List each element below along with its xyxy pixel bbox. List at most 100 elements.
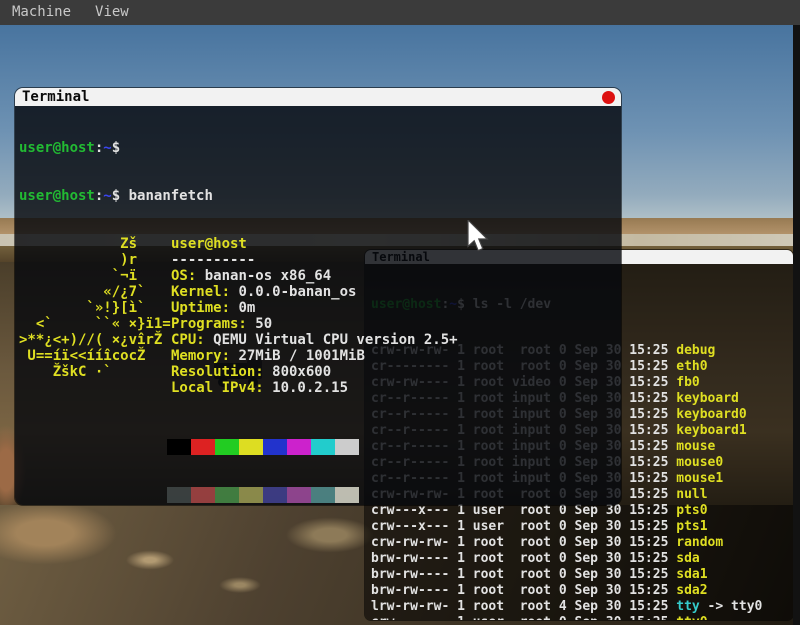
- fetch-row: U==íï<<ííîcocŽMemory: 27MiB / 1001MiB: [19, 348, 621, 364]
- ascii-art: U==íï<<ííîcocŽ: [19, 348, 171, 364]
- prompt-path: ~: [103, 140, 111, 156]
- command-text: bananfetch: [129, 188, 213, 204]
- file-name: debug: [676, 343, 715, 358]
- ascii-art: )r: [19, 252, 171, 268]
- fetch-label: Kernel:: [171, 284, 230, 300]
- mouse-cursor-icon: [466, 220, 490, 258]
- fetch-row: >**¿<+)//( ×¿vîrŽCPU: QEMU Virtual CPU v…: [19, 332, 621, 348]
- screen-edge-strip: [793, 25, 800, 625]
- palette-swatch: [167, 439, 191, 455]
- palette-swatch: [263, 439, 287, 455]
- fetch-terminal-content[interactable]: user@host:~$ user@host:~$ bananfetch Zšu…: [15, 106, 621, 505]
- fetch-label: Uptime:: [171, 300, 230, 316]
- fetch-terminal-window: Terminal user@host:~$ user@host:~$ banan…: [15, 88, 621, 505]
- file-name: tty: [676, 599, 699, 614]
- prompt: user@host:~$: [19, 188, 120, 204]
- fetch-row: Local IPv4: 10.0.2.15: [19, 380, 621, 396]
- fetch-value: 27MiB / 1001MiB: [230, 348, 365, 364]
- palette-swatch: [239, 487, 263, 503]
- palette-swatch: [287, 487, 311, 503]
- fetch-row: <` ``« ×}ï1=Programs: 50: [19, 316, 621, 332]
- palette-swatch: [239, 439, 263, 455]
- menu-machine[interactable]: Machine: [0, 0, 83, 25]
- fetch-row: ŽškC ·`Resolution: 800x600: [19, 364, 621, 380]
- dev-row: crw---x--- 1 user root 0 Sep 30 15:25 pt…: [371, 519, 793, 535]
- fetch-output: Zšuser@host )r---------- `¬ïOS: banan-os…: [19, 236, 621, 396]
- dev-row: crw-rw-rw- 1 root root 0 Sep 30 15:25 ra…: [371, 535, 793, 551]
- ascii-art: Zš: [19, 236, 171, 252]
- file-name: mouse1: [676, 471, 723, 486]
- file-name: fb0: [676, 375, 699, 390]
- fetch-value: banan-os x86_64: [196, 268, 331, 284]
- fetch-label: Memory:: [171, 348, 230, 364]
- fetch-label: Resolution:: [171, 364, 264, 380]
- dev-row: brw-rw---- 1 root root 0 Sep 30 15:25 sd…: [371, 583, 793, 599]
- prompt: user@host:~$: [19, 140, 120, 156]
- dev-row: brw-rw---- 1 root root 0 Sep 30 15:25 sd…: [371, 551, 793, 567]
- palette-swatch: [191, 487, 215, 503]
- window-title: Terminal: [15, 89, 89, 105]
- menu-view[interactable]: View: [83, 0, 141, 25]
- fetch-value: 800x600: [264, 364, 331, 380]
- file-name: null: [676, 487, 707, 502]
- shell-line: user@host:~$: [19, 140, 621, 156]
- file-name: eth0: [676, 359, 707, 374]
- ascii-art: `»!}[ì`: [19, 300, 171, 316]
- ascii-art: `¬ï: [19, 268, 171, 284]
- fetch-value: 50: [247, 316, 272, 332]
- palette-swatch: [263, 487, 287, 503]
- dev-row: lrw-rw-rw- 1 root root 4 Sep 30 15:25 tt…: [371, 599, 793, 615]
- file-name: mouse0: [676, 455, 723, 470]
- fetch-row: «/¿7`Kernel: 0.0.0-banan_os: [19, 284, 621, 300]
- prompt-user: user@host: [19, 140, 95, 156]
- prompt-path: ~: [103, 188, 111, 204]
- ascii-art: «/¿7`: [19, 284, 171, 300]
- file-name: keyboard: [676, 391, 739, 406]
- palette-swatch: [167, 487, 191, 503]
- fetch-value: 10.0.2.15: [264, 380, 348, 396]
- shell-line: user@host:~$ bananfetch: [19, 188, 621, 204]
- file-name: pts0: [676, 503, 707, 518]
- prompt-user: user@host: [19, 188, 95, 204]
- file-name: sda1: [676, 567, 707, 582]
- palette-swatch: [191, 439, 215, 455]
- fetch-label: CPU:: [171, 332, 205, 348]
- ascii-art: <` ``« ×}ï1=: [19, 316, 171, 332]
- fetch-label: Programs:: [171, 316, 247, 332]
- fetch-terminal-titlebar[interactable]: Terminal: [15, 88, 621, 106]
- palette-swatch: [215, 487, 239, 503]
- palette-swatch: [335, 487, 359, 503]
- file-name: random: [676, 535, 723, 550]
- file-name: tty0: [676, 615, 707, 620]
- ascii-art: >**¿<+)//( ×¿vîrŽ: [19, 332, 171, 348]
- palette-swatch: [287, 439, 311, 455]
- file-name: pts1: [676, 519, 707, 534]
- close-button[interactable]: [602, 91, 615, 104]
- link-target: -> tty0: [700, 599, 763, 614]
- fetch-label: OS:: [171, 268, 196, 284]
- dev-row: brw-rw---- 1 root root 0 Sep 30 15:25 sd…: [371, 567, 793, 583]
- dev-row: crw---x--- 1 user root 0 Sep 30 15:25 pt…: [371, 503, 793, 519]
- fetch-value: 0.0.0-banan_os: [230, 284, 356, 300]
- file-name: mouse: [676, 439, 715, 454]
- palette-swatch: [335, 439, 359, 455]
- palette-swatch: [311, 439, 335, 455]
- dev-row: crw------- 1 user root 0 Sep 30 15:25 tt…: [371, 615, 793, 620]
- fetch-row: `¬ïOS: banan-os x86_64: [19, 268, 621, 284]
- color-palette-bright: [167, 487, 621, 503]
- vm-menu-bar: Machine View: [0, 0, 800, 25]
- palette-swatch: [311, 487, 335, 503]
- ascii-art: ŽškC ·`: [19, 364, 171, 380]
- file-name: keyboard1: [676, 423, 746, 438]
- fetch-row: )r----------: [19, 252, 621, 268]
- fetch-value: QEMU Virtual CPU version 2.5+: [205, 332, 458, 348]
- fetch-value: ----------: [171, 252, 255, 268]
- vm-screen: Machine View Terminal user@host:~$ ls -l…: [0, 0, 800, 625]
- fetch-row: `»!}[ì`Uptime: 0m: [19, 300, 621, 316]
- fetch-label: Local IPv4:: [171, 380, 264, 396]
- fetch-row: Zšuser@host: [19, 236, 621, 252]
- fetch-value: 0m: [230, 300, 255, 316]
- palette-swatch: [215, 439, 239, 455]
- fetch-label: user@host: [171, 236, 247, 252]
- color-palette-normal: [167, 439, 621, 455]
